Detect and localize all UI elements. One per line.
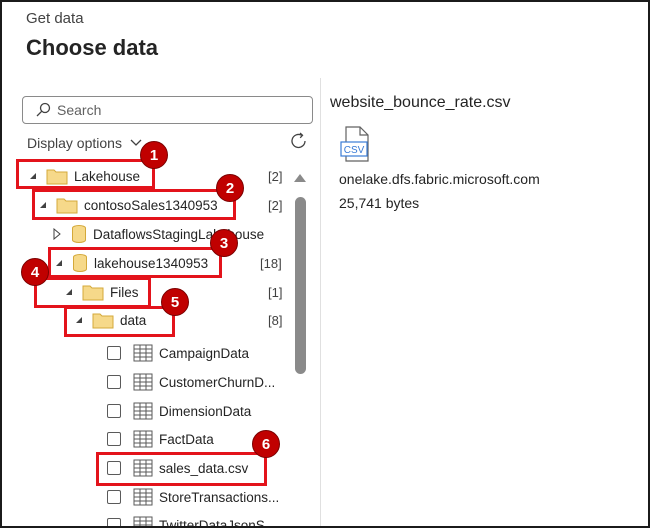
item-count: [18] [260,256,282,271]
scrollbar-thumb[interactable] [295,197,306,374]
csv-icon-text: CSV [344,145,365,156]
annotation-badge: 1 [140,141,168,169]
preview-file-size: 25,741 bytes [339,195,420,211]
search-input[interactable]: Search [57,102,101,118]
highlight-box-1 [16,159,155,189]
table-row[interactable]: CampaignData [107,339,249,367]
get-data-dialog: Get data Choose data Search Display opti… [0,0,650,528]
dialog-title: Choose data [26,35,159,60]
display-options-dropdown[interactable]: Display options [27,135,142,151]
display-options-label: Display options [27,135,122,151]
annotation-badge: 2 [216,174,244,202]
select-checkbox[interactable] [107,432,121,446]
highlight-box-6 [96,452,267,486]
highlight-box-2 [32,189,236,220]
table-icon [133,344,153,362]
table-name: TwitterDataJsonS... [159,517,277,528]
table-icon [133,516,153,526]
search-icon [36,102,51,117]
table-row[interactable]: FactData [107,425,214,453]
select-checkbox[interactable] [107,346,121,360]
refresh-icon[interactable] [289,131,309,151]
annotation-badge: 4 [21,258,49,286]
item-count: [1] [268,285,283,300]
select-checkbox[interactable] [107,490,121,504]
table-icon [133,373,153,391]
table-name: CustomerChurnD... [159,374,276,390]
table-icon [133,430,153,448]
table-name: CampaignData [159,345,250,361]
select-checkbox[interactable] [107,404,121,418]
item-count: [2] [268,198,283,213]
expand-arrow-icon[interactable] [52,228,62,240]
tree-item-label: DataflowsStagingLakehouse [93,226,265,242]
table-icon [133,402,153,420]
table-name: StoreTransactions... [159,489,280,505]
highlight-box-3 [48,247,222,278]
table-name: FactData [159,431,214,447]
highlight-box-4 [34,277,151,308]
table-icon [133,488,153,506]
table-row[interactable]: DimensionData [107,397,251,425]
select-checkbox[interactable] [107,375,121,389]
scroll-up-arrow-icon[interactable] [294,174,306,182]
annotation-badge: 5 [161,288,189,316]
highlight-box-5 [64,306,175,337]
preview-file-path: onelake.dfs.fabric.microsoft.com [339,171,540,187]
lakehouse-icon [72,225,86,243]
preview-file-name: website_bounce_rate.csv [330,94,511,111]
csv-file-icon: CSV [340,126,369,162]
pane-divider [320,78,321,526]
select-checkbox[interactable] [107,518,121,526]
item-count: [2] [268,169,283,184]
table-row[interactable]: TwitterDataJsonS... [107,511,277,528]
table-row[interactable]: StoreTransactions... [107,483,279,511]
table-name: DimensionData [159,403,252,419]
chevron-down-icon [130,139,142,146]
table-row[interactable]: CustomerChurnD... [107,368,275,396]
search-box[interactable]: Search [22,96,313,124]
annotation-badge: 6 [252,430,280,458]
annotation-badge: 3 [210,229,238,257]
item-count: [8] [268,313,283,328]
dialog-subtitle: Get data [26,10,84,27]
